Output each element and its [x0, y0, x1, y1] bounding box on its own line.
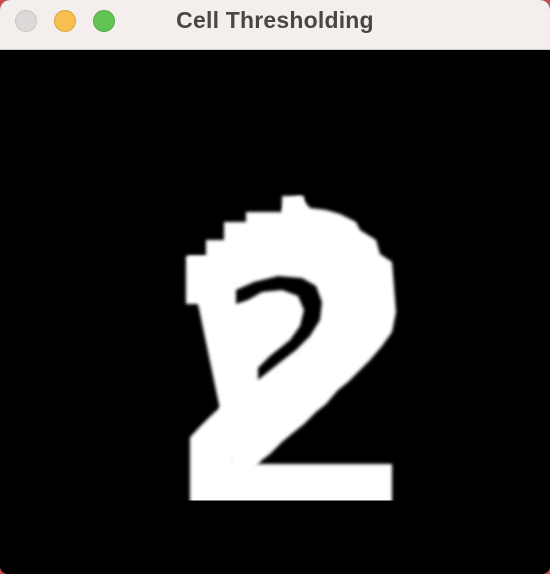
- app-window: Cell Thresholding: [0, 0, 550, 574]
- image-canvas: [0, 50, 550, 574]
- thresholded-digit-image: [186, 196, 396, 508]
- title-bar[interactable]: Cell Thresholding: [0, 0, 550, 50]
- window-title: Cell Thresholding: [176, 7, 374, 33]
